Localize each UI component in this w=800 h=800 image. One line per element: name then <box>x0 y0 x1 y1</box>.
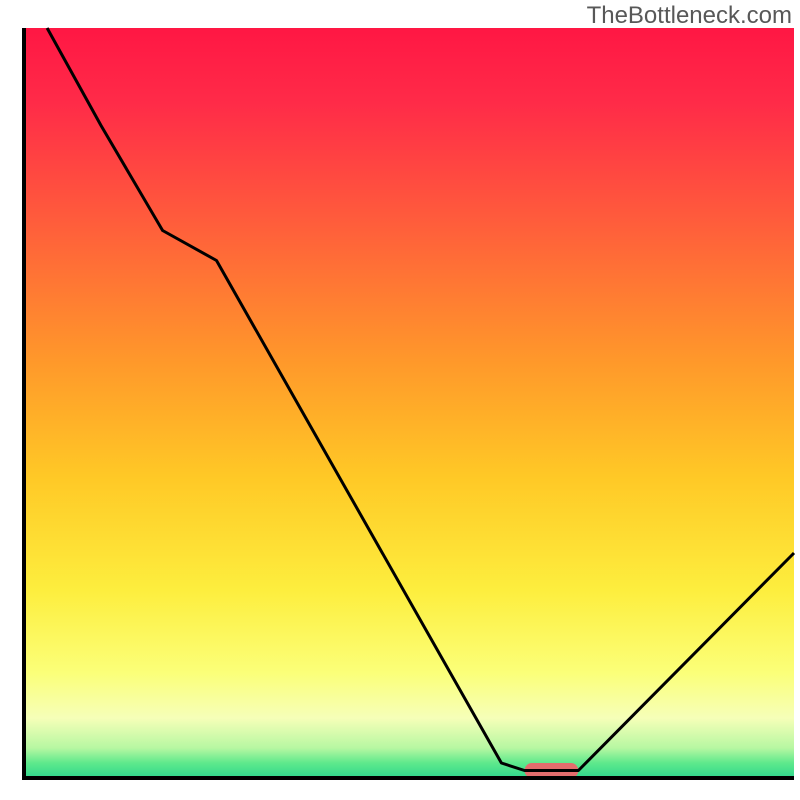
plot-background <box>24 28 794 778</box>
chart-svg <box>0 0 800 800</box>
watermark-text: TheBottleneck.com <box>587 2 792 30</box>
chart-container: TheBottleneck.com <box>0 0 800 800</box>
